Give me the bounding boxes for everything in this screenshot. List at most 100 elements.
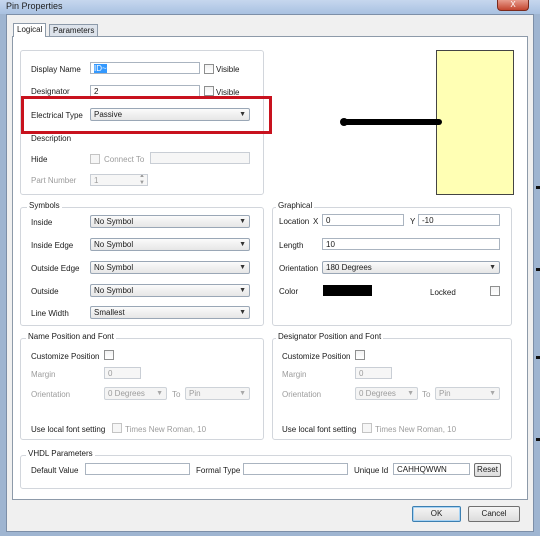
chevron-down-icon: ▼ xyxy=(407,390,414,397)
cancel-button[interactable]: Cancel xyxy=(468,506,520,522)
orientation-value: 180 Degrees xyxy=(326,263,372,272)
close-button[interactable]: X xyxy=(497,0,529,11)
name-local-font-checkbox[interactable] xyxy=(112,423,122,433)
reset-button[interactable]: Reset xyxy=(474,463,501,477)
pin-preview-line xyxy=(343,119,442,125)
symbol-outside-edge-value: No Symbol xyxy=(94,263,134,272)
name-margin-label: Margin xyxy=(31,370,56,379)
description-label: Description xyxy=(31,134,72,143)
hide-label: Hide xyxy=(31,155,48,164)
location-y-field[interactable]: -10 xyxy=(418,214,500,226)
symbol-outside-edge-label: Outside Edge xyxy=(31,264,80,273)
name-position-title: Name Position and Font xyxy=(26,332,116,341)
chevron-down-icon: ▼ xyxy=(489,390,496,397)
chevron-down-icon: ▼ xyxy=(239,264,246,271)
display-name-value: ID~ xyxy=(94,64,107,73)
display-name-visible-label: Visible xyxy=(216,65,240,74)
window-title: Pin Properties xyxy=(6,1,63,11)
designator-to-value: Pin xyxy=(439,389,451,398)
border-mark xyxy=(536,186,540,189)
designator-local-font-checkbox[interactable] xyxy=(362,423,372,433)
color-label: Color xyxy=(279,287,299,296)
hide-checkbox[interactable] xyxy=(90,154,100,164)
connect-to-label: Connect To xyxy=(104,155,145,164)
locked-label: Locked xyxy=(430,288,456,297)
symbol-outside-label: Outside xyxy=(31,287,59,296)
name-orientation-value: 0 Degrees xyxy=(108,389,145,398)
highlight-annotation-box xyxy=(21,96,272,134)
vhdl-title: VHDL Parameters xyxy=(26,449,95,458)
chevron-down-icon: ▼ xyxy=(239,241,246,248)
name-customize-checkbox[interactable] xyxy=(104,350,114,360)
name-to-value: Pin xyxy=(189,389,201,398)
name-to-dropdown[interactable]: Pin ▼ xyxy=(185,387,250,400)
connect-to-field[interactable] xyxy=(150,152,250,164)
part-number-value: 1 xyxy=(94,176,99,185)
title-bar[interactable]: Pin Properties X xyxy=(0,0,540,14)
designator-customize-checkbox[interactable] xyxy=(355,350,365,360)
display-name-label: Display Name xyxy=(31,65,81,74)
color-swatch[interactable] xyxy=(323,285,372,296)
graphical-title: Graphical xyxy=(276,201,315,210)
name-margin-field[interactable]: 0 xyxy=(104,367,141,379)
symbol-outside-value: No Symbol xyxy=(94,286,134,295)
border-mark xyxy=(536,268,540,271)
line-width-label: Line Width xyxy=(31,309,69,318)
border-mark xyxy=(536,356,540,359)
name-font-value[interactable]: Times New Roman, 10 xyxy=(125,425,206,434)
designator-orientation-label: Orientation xyxy=(282,390,322,399)
part-number-label: Part Number xyxy=(31,176,77,185)
designator-local-font-label: Use local font setting xyxy=(282,425,357,434)
default-value-label: Default Value xyxy=(31,466,79,475)
length-field[interactable]: 10 xyxy=(322,238,500,250)
designator-margin-field[interactable]: 0 xyxy=(355,367,392,379)
chevron-down-icon: ▼ xyxy=(489,264,496,271)
orientation-label: Orientation xyxy=(279,264,319,273)
name-customize-label: Customize Position xyxy=(31,352,100,361)
designator-orientation-dropdown[interactable]: 0 Degrees ▼ xyxy=(355,387,418,400)
display-name-field[interactable]: ID~ xyxy=(90,62,200,74)
symbol-inside-edge-dropdown[interactable]: No Symbol ▼ xyxy=(90,238,250,251)
name-to-label: To xyxy=(172,390,181,399)
formal-type-label: Formal Type xyxy=(196,466,241,475)
default-value-field[interactable] xyxy=(85,463,190,475)
symbol-inside-edge-value: No Symbol xyxy=(94,240,134,249)
part-number-spinner[interactable]: 1 ▲ ▼ xyxy=(90,174,148,186)
name-local-font-label: Use local font setting xyxy=(31,425,106,434)
location-y-label: Y xyxy=(410,217,416,226)
location-label: Location xyxy=(279,217,310,226)
display-name-visible-checkbox[interactable] xyxy=(204,64,214,74)
designator-visible-checkbox[interactable] xyxy=(204,86,214,96)
symbols-title: Symbols xyxy=(27,201,62,210)
designator-to-label: To xyxy=(422,390,431,399)
chevron-down-icon: ▼ xyxy=(239,309,246,316)
name-orientation-label: Orientation xyxy=(31,390,71,399)
formal-type-field[interactable] xyxy=(243,463,348,475)
symbol-inside-dropdown[interactable]: No Symbol ▼ xyxy=(90,215,250,228)
designator-margin-label: Margin xyxy=(282,370,307,379)
ok-button[interactable]: OK xyxy=(412,506,461,522)
symbol-inside-label: Inside xyxy=(31,218,53,227)
orientation-dropdown[interactable]: 180 Degrees ▼ xyxy=(322,261,500,274)
unique-id-field[interactable]: CAHHQWWN xyxy=(393,463,470,475)
designator-orientation-value: 0 Degrees xyxy=(359,389,396,398)
line-width-dropdown[interactable]: Smallest ▼ xyxy=(90,306,250,319)
symbol-outside-dropdown[interactable]: No Symbol ▼ xyxy=(90,284,250,297)
locked-checkbox[interactable] xyxy=(490,286,500,296)
line-width-value: Smallest xyxy=(94,308,125,317)
chevron-down-icon: ▼ xyxy=(239,390,246,397)
designator-position-title: Designator Position and Font xyxy=(276,332,384,341)
symbol-outside-edge-dropdown[interactable]: No Symbol ▼ xyxy=(90,261,250,274)
designator-to-dropdown[interactable]: Pin ▼ xyxy=(435,387,500,400)
chevron-down-icon: ▼ xyxy=(239,287,246,294)
pin-preview-body xyxy=(436,50,514,195)
name-orientation-dropdown[interactable]: 0 Degrees ▼ xyxy=(104,387,167,400)
symbol-inside-edge-label: Inside Edge xyxy=(31,241,74,250)
pin-preview-hotspot xyxy=(340,118,348,126)
designator-label: Designator xyxy=(31,87,70,96)
spinner-arrows-icon: ▲ ▼ xyxy=(139,174,145,186)
tab-logical[interactable]: Logical xyxy=(13,23,47,37)
location-x-label: X xyxy=(313,217,319,226)
location-x-field[interactable]: 0 xyxy=(322,214,404,226)
designator-font-value[interactable]: Times New Roman, 10 xyxy=(375,425,456,434)
